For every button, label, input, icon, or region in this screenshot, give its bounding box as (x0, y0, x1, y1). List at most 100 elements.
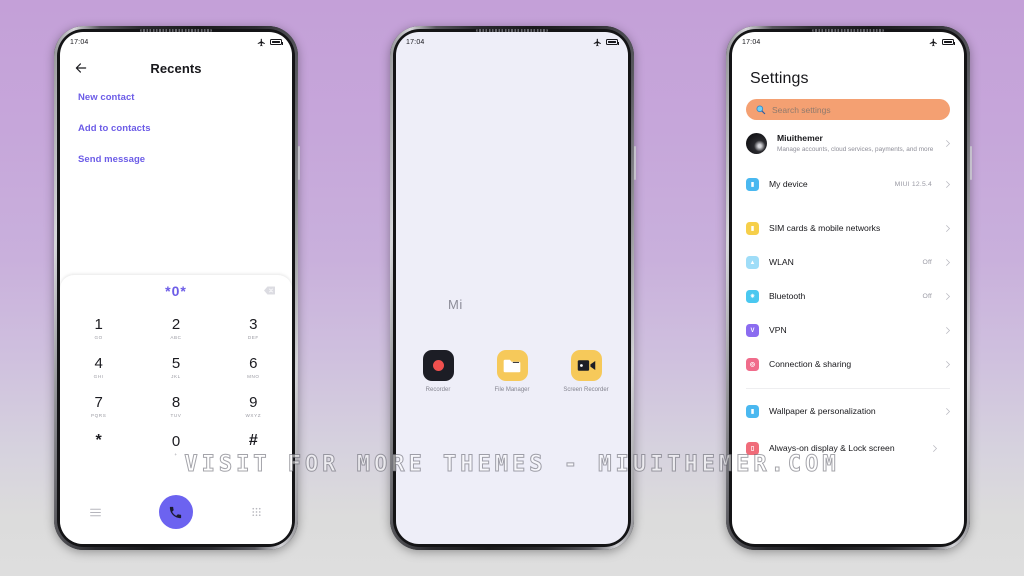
chevron-right-icon (933, 445, 937, 452)
call-icon (170, 506, 182, 518)
app-recorder[interactable]: Recorder (412, 350, 464, 394)
account-name: Miuithemer (777, 133, 823, 143)
chevron-right-icon (946, 259, 950, 266)
quick-action-send-message[interactable]: Send message (78, 154, 292, 165)
key-letters: GO (94, 334, 103, 340)
phone-dialer: 17:04 Recents New contact Add to contact… (54, 26, 300, 550)
key-letters: PQRS (90, 412, 107, 418)
call-button[interactable] (158, 495, 193, 529)
page-title: Recents (150, 60, 202, 76)
key-digit: 9 (249, 393, 258, 411)
app-label: Screen Recorder (563, 387, 609, 393)
row-label: VPN (769, 325, 787, 336)
chevron-right-icon (946, 327, 950, 334)
section-divider (746, 387, 950, 389)
settings-row-wallpaper[interactable]: ▮ Wallpaper & personalization (732, 395, 964, 429)
battery-full-icon (606, 39, 619, 45)
settings-row-always-on-display[interactable]: ▯ Always-on display & Lock screen (732, 429, 964, 469)
chevron-right-icon (946, 181, 950, 188)
sim-card-icon: ▮ (746, 222, 759, 236)
power-button[interactable] (634, 146, 636, 180)
key-digit: 6 (249, 354, 258, 372)
dialpad-key-4[interactable]: 4 GHI (60, 348, 137, 387)
dialpad-key-3[interactable]: 3 DEF (215, 309, 292, 348)
row-value: Off (922, 259, 932, 267)
app-screen-recorder[interactable]: Screen Recorder (560, 350, 612, 394)
lock-screen-icon: ▯ (746, 442, 759, 456)
key-digit: # (248, 432, 258, 449)
dialpad-key-1[interactable]: 1 GO (60, 309, 137, 348)
chevron-right-icon (946, 140, 950, 148)
settings-row-bluetooth[interactable]: ✷ Bluetooth Off (732, 280, 964, 314)
dialpad-key-star[interactable]: * (60, 426, 137, 465)
recorder-icon (422, 350, 454, 381)
power-button[interactable] (298, 146, 300, 180)
key-digit: 2 (171, 315, 181, 333)
key-digit: 5 (171, 354, 181, 372)
quick-action-add-to-contacts[interactable]: Add to contacts (78, 123, 292, 134)
menu-icon[interactable] (89, 506, 102, 519)
dialer-footer (60, 488, 292, 536)
settings-row-connection-sharing[interactable]: ◎ Connection & sharing (732, 348, 964, 382)
wallpaper-icon: ▮ (746, 405, 759, 419)
dialpad-key-8[interactable]: 8 TUV (137, 387, 214, 426)
status-time: 17:04 (742, 38, 761, 46)
key-letters: DEF (247, 334, 259, 340)
chevron-right-icon (946, 408, 950, 415)
dialer-header: Recents (60, 50, 292, 86)
airplane-mode-icon (929, 38, 937, 46)
status-bar: 17:04 (60, 32, 292, 50)
dialpad-key-7[interactable]: 7 PQRS (60, 387, 137, 426)
row-label: SIM cards & mobile networks (769, 223, 881, 234)
settings-row-my-device[interactable]: ▮ My device MIUI 12.5.4 (732, 168, 964, 202)
battery-full-icon (942, 39, 955, 45)
airplane-mode-icon (593, 38, 601, 46)
status-bar: 17:04 (732, 32, 964, 50)
key-letters: GHI (93, 373, 104, 379)
dialpad-keys: 1 GO 2 ABC 3 DEF 4 GHI 5 JKL 6 MNO 7 PQRS 8 TUV … (60, 309, 292, 465)
key-letters: TUV (170, 412, 182, 418)
key-letters: WXYZ (245, 412, 262, 418)
search-icon (756, 105, 766, 115)
account-subtitle: Manage accounts, cloud services, payment… (777, 146, 934, 153)
back-arrow-icon[interactable] (74, 61, 88, 75)
airplane-mode-icon (257, 38, 265, 46)
dialpad-key-5[interactable]: 5 JKL (137, 348, 214, 387)
status-bar: 17:04 (396, 32, 628, 50)
dialpad-key-0[interactable]: 0 + (137, 426, 214, 465)
avatar (746, 133, 767, 155)
search-input[interactable]: Search settings (746, 99, 950, 120)
app-grid: Recorder File Manager Screen Recorder (396, 350, 628, 394)
status-time: 17:04 (406, 38, 425, 46)
vpn-icon: V (746, 324, 759, 338)
connection-icon: ◎ (746, 358, 759, 372)
dialed-number: *0* (165, 283, 187, 299)
power-button[interactable] (970, 146, 972, 180)
settings-row-sim-cards[interactable]: ▮ SIM cards & mobile networks (732, 212, 964, 246)
row-value: MIUI 12.5.4 (894, 181, 932, 189)
dialpad-panel: *0* 1 GO 2 ABC 3 DEF 4 GHI 5 JKL 6 MNO 7 PQRS 8… (60, 275, 292, 544)
dialpad-key-hash[interactable]: # (215, 426, 292, 465)
quick-action-new-contact[interactable]: New contact (78, 92, 292, 103)
row-label: WLAN (769, 257, 794, 268)
dialpad-key-9[interactable]: 9 WXYZ (215, 387, 292, 426)
account-row[interactable]: Miuithemer Manage accounts, cloud servic… (732, 120, 964, 168)
row-label: Bluetooth (769, 291, 806, 302)
key-digit: * (95, 432, 102, 449)
row-label: Wallpaper & personalization (769, 406, 876, 417)
backspace-icon[interactable] (263, 286, 276, 295)
page-title: Settings (750, 70, 809, 87)
status-time: 17:04 (70, 38, 89, 46)
key-digit: 7 (94, 393, 103, 411)
dialpad-key-6[interactable]: 6 MNO (215, 348, 292, 387)
dialpad-number-row: *0* (60, 275, 292, 307)
search-placeholder: Search settings (772, 104, 831, 115)
dialpad-key-2[interactable]: 2 ABC (137, 309, 214, 348)
folder-name[interactable]: Mi (448, 297, 463, 312)
key-letters: JKL (171, 373, 181, 379)
key-digit: 4 (94, 354, 103, 372)
settings-row-vpn[interactable]: V VPN (732, 314, 964, 348)
keypad-icon[interactable] (250, 506, 263, 519)
app-file-manager[interactable]: File Manager (486, 350, 538, 394)
settings-row-wlan[interactable]: ▲ WLAN Off (732, 246, 964, 280)
